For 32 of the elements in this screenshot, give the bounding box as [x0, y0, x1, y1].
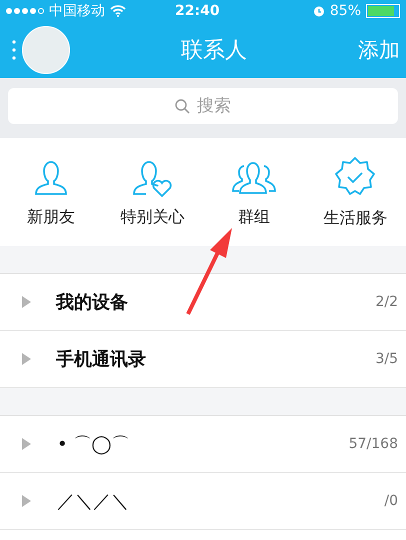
- group-name: 我的设备: [56, 291, 129, 314]
- member-count: 2/2: [375, 294, 398, 310]
- battery-icon: [366, 4, 400, 18]
- expand-arrow-icon: [22, 296, 31, 308]
- expand-arrow-icon: [22, 495, 31, 507]
- member-count: /0: [384, 493, 398, 509]
- search-icon: [175, 99, 190, 114]
- avatar[interactable]: [22, 26, 70, 74]
- wifi-icon: [110, 5, 126, 17]
- shortcut-item[interactable]: 新朋友: [0, 156, 102, 228]
- contact-group-row[interactable]: ／＼／＼ /0: [0, 473, 406, 530]
- contact-group-row[interactable]: • ⌒◯⌒ 57/168: [0, 416, 406, 473]
- shortcut-item[interactable]: 生活服务: [304, 156, 406, 228]
- alarm-icon: [312, 5, 325, 17]
- member-count: 57/168: [348, 436, 398, 452]
- verified-badge-icon: [334, 156, 376, 198]
- battery-percent: 85%: [330, 3, 361, 19]
- shortcut-item[interactable]: 群组: [203, 156, 304, 228]
- page-title: 联系人: [180, 37, 248, 65]
- more-icon[interactable]: [12, 39, 16, 61]
- shortcut-item[interactable]: 特别关心: [102, 156, 203, 228]
- contact-group-row[interactable]: 我的设备 2/2: [0, 274, 406, 331]
- clock-time: 22:40: [175, 3, 220, 19]
- group-name: ／＼／＼: [57, 490, 130, 513]
- group-name: • ⌒◯⌒: [57, 433, 130, 456]
- carrier-name: 中国移动: [49, 2, 105, 20]
- group-name: 手机通讯录: [56, 348, 147, 371]
- search-field[interactable]: 搜索: [8, 88, 398, 124]
- expand-arrow-icon: [22, 438, 31, 450]
- signal-icon: [6, 8, 44, 14]
- expand-arrow-icon: [22, 353, 31, 365]
- member-count: 3/5: [375, 351, 398, 367]
